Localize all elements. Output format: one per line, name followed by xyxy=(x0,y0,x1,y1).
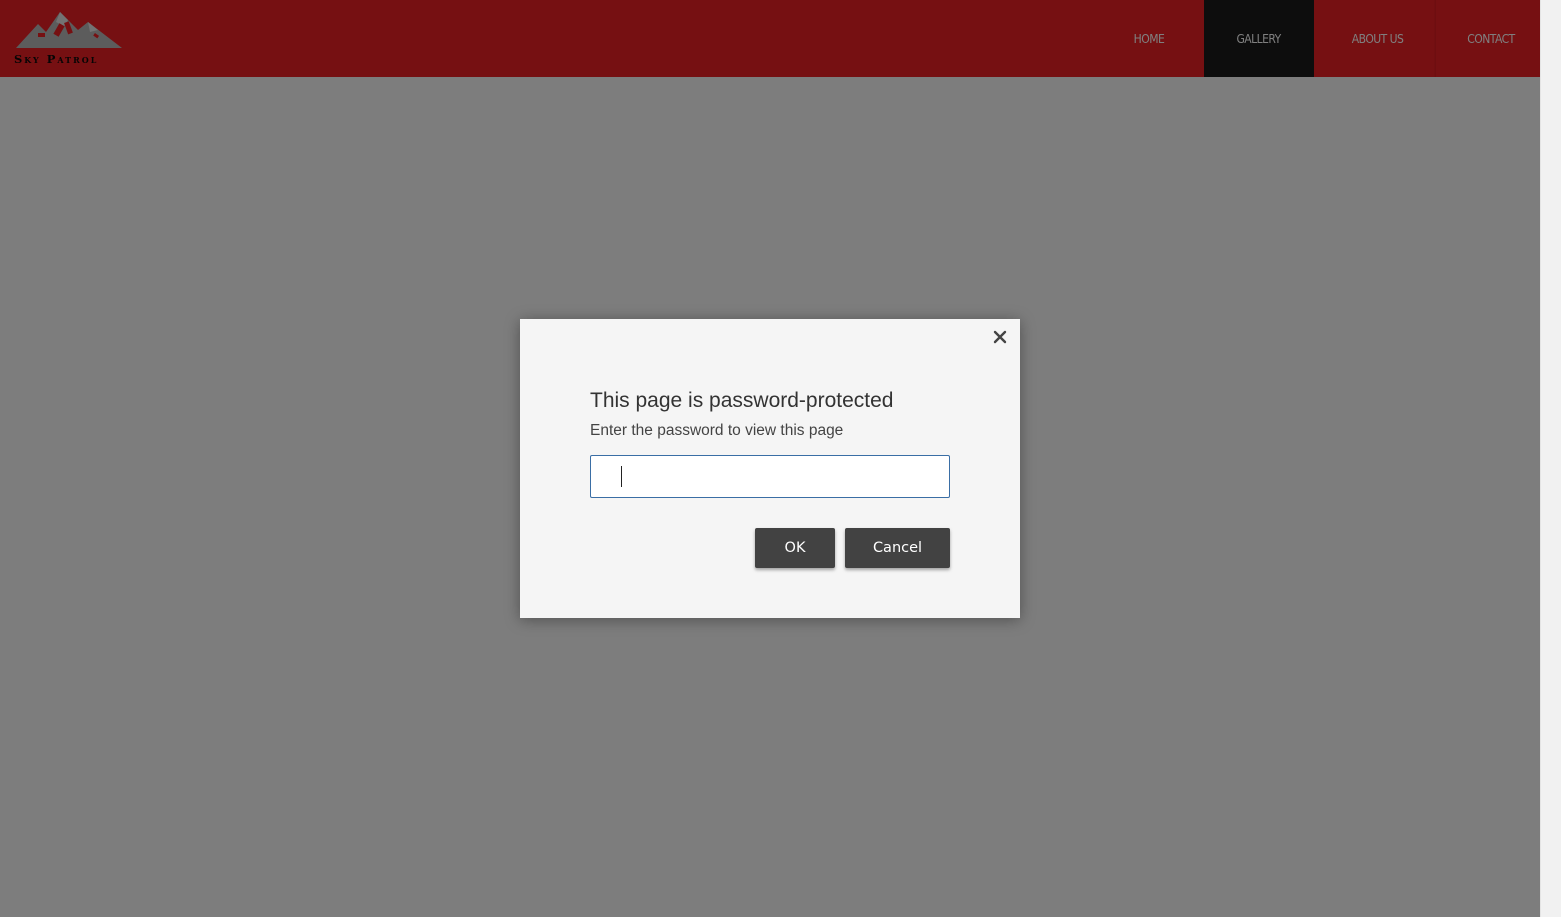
cancel-button[interactable]: Cancel xyxy=(845,528,950,568)
password-input[interactable] xyxy=(590,455,950,498)
password-dialog: This page is password-protected Enter th… xyxy=(520,319,1020,618)
text-caret xyxy=(621,466,622,487)
vertical-scrollbar[interactable] xyxy=(1540,0,1561,917)
close-icon xyxy=(993,330,1007,344)
page: Sky Patrol HOME GALLERY ABOUT US CONTACT… xyxy=(0,0,1540,917)
dialog-title: This page is password-protected xyxy=(590,389,894,412)
ok-button[interactable]: OK xyxy=(755,528,835,568)
close-button[interactable] xyxy=(990,327,1010,347)
dialog-subtitle: Enter the password to view this page xyxy=(590,422,844,439)
